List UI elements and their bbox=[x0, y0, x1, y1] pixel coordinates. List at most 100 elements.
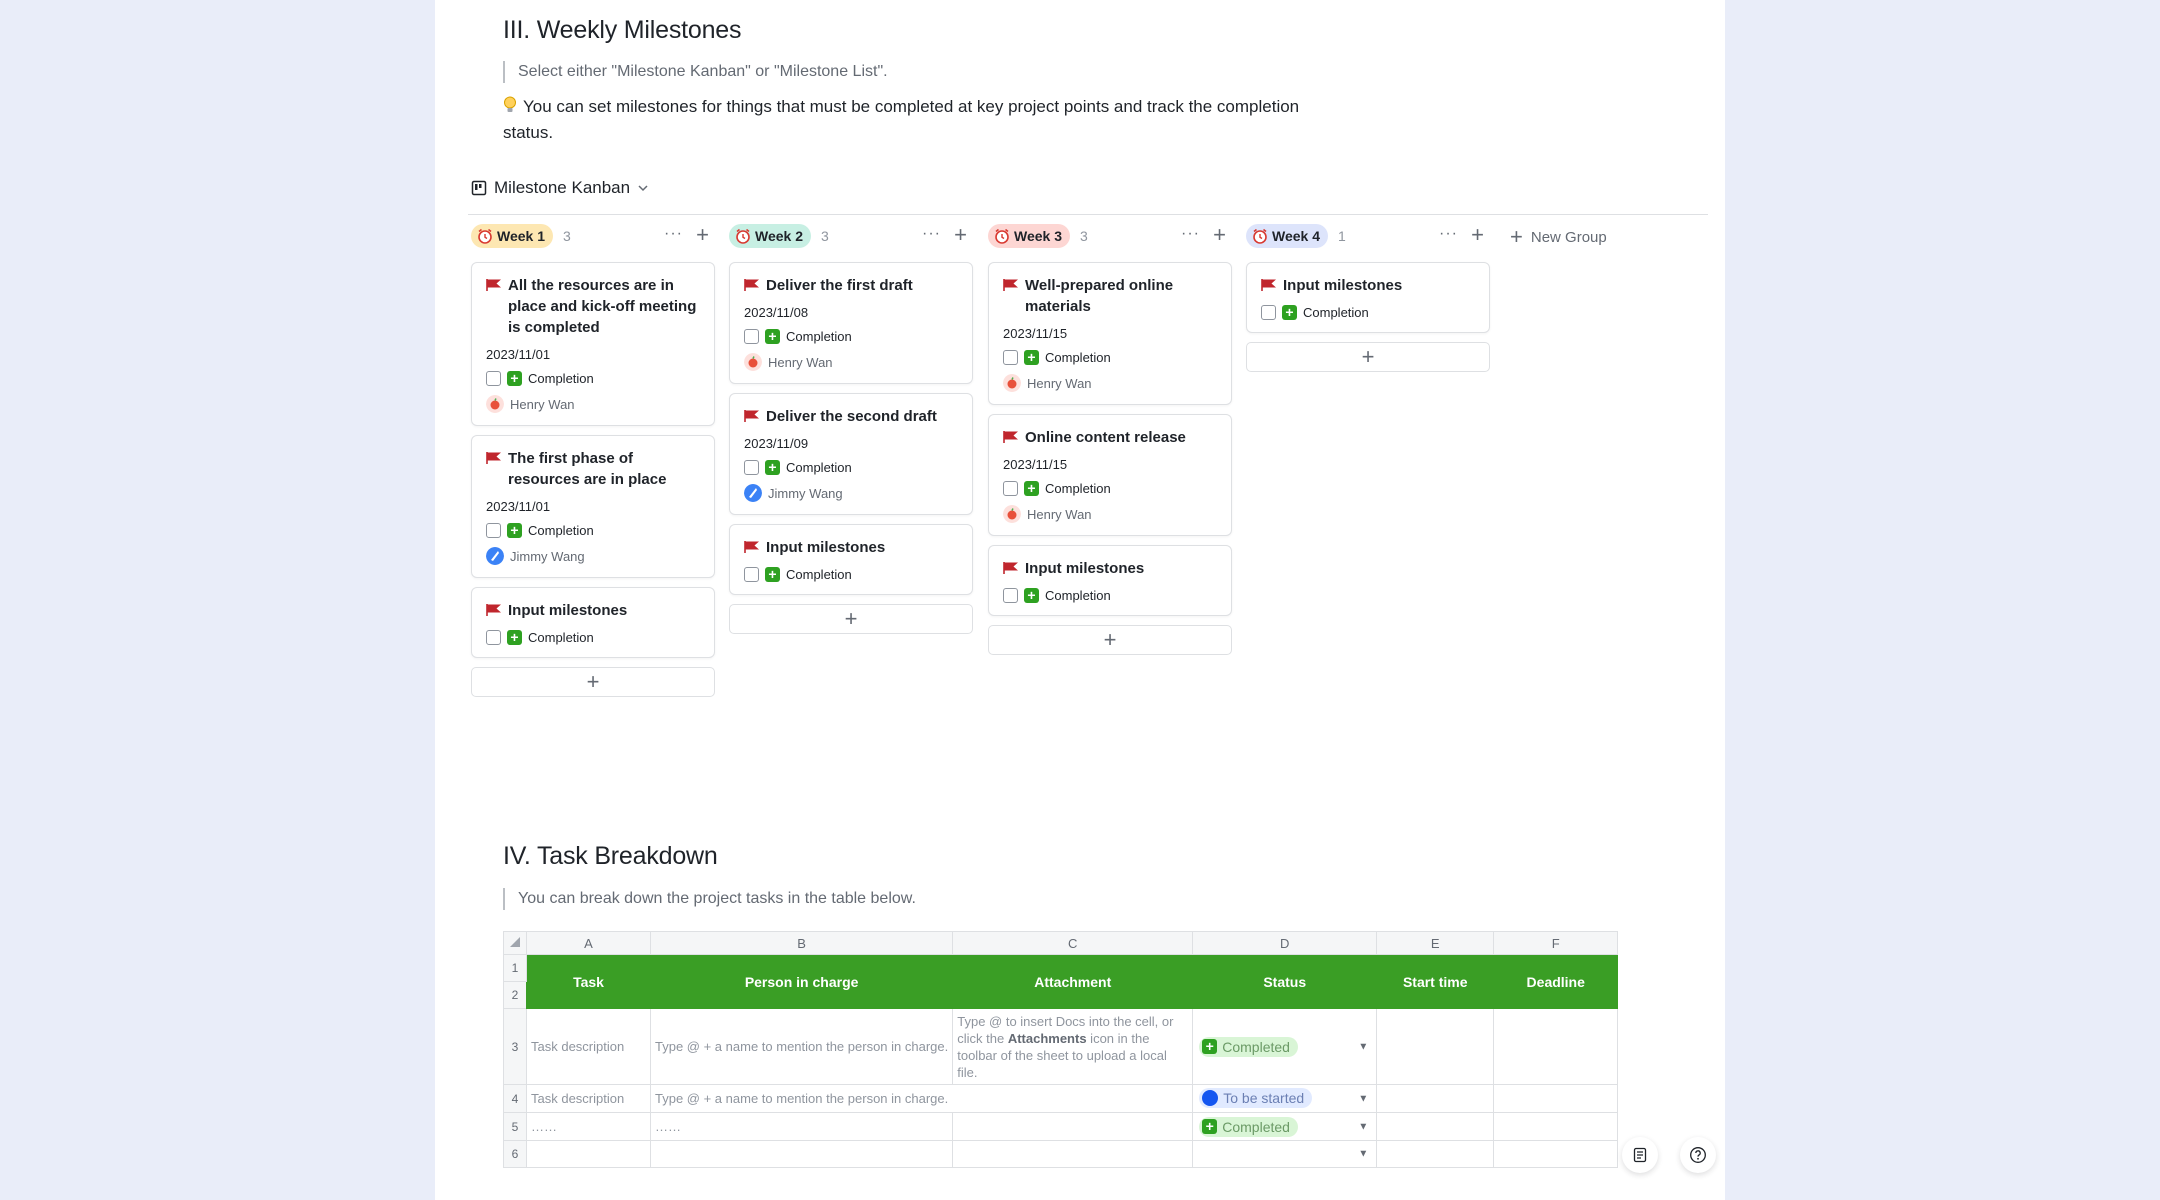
new-group-button[interactable]: + New Group bbox=[1510, 224, 1607, 250]
column-header[interactable]: A bbox=[526, 931, 651, 955]
milestone-card[interactable]: Deliver the first draft 2023/11/08 + Comple… bbox=[729, 262, 973, 384]
dropdown-arrow-icon[interactable]: ▼ bbox=[1358, 1093, 1368, 1104]
table-header-cell[interactable]: Person in charge bbox=[649, 954, 954, 1009]
completion-checkbox[interactable] bbox=[744, 329, 759, 344]
completion-checkbox[interactable] bbox=[1003, 481, 1018, 496]
add-card-button[interactable]: + bbox=[729, 604, 973, 634]
row-number[interactable]: 5 bbox=[503, 1112, 527, 1141]
task-cell[interactable]: Task description bbox=[526, 1008, 651, 1085]
dropdown-arrow-icon[interactable]: ▼ bbox=[1358, 1041, 1368, 1052]
table-header-cell[interactable]: Task bbox=[526, 954, 651, 1009]
completion-checkbox[interactable] bbox=[486, 630, 501, 645]
plus-square-icon: + bbox=[507, 371, 522, 386]
completion-label: Completion bbox=[1303, 305, 1369, 320]
person-cell[interactable]: …… bbox=[649, 1112, 954, 1141]
milestone-card[interactable]: Input milestones + Completion bbox=[988, 545, 1232, 616]
completion-checkbox[interactable] bbox=[744, 460, 759, 475]
column-header[interactable]: F bbox=[1493, 931, 1619, 955]
owner-name: Henry Wan bbox=[1027, 506, 1092, 522]
milestone-card[interactable]: The first phase of resources are in plac… bbox=[471, 435, 715, 578]
week-tag[interactable]: Week 1 bbox=[471, 224, 553, 248]
select-all-corner[interactable] bbox=[503, 931, 527, 955]
status-cell[interactable]: ▼ bbox=[1192, 1140, 1378, 1168]
person-cell[interactable]: Type @ + a name to mention the person in… bbox=[649, 1084, 1194, 1113]
alarm-clock-icon bbox=[1253, 228, 1267, 244]
status-pill: + Completed bbox=[1199, 1116, 1298, 1137]
completion-checkbox[interactable] bbox=[1003, 350, 1018, 365]
more-icon[interactable]: ··· bbox=[1439, 225, 1458, 243]
completion-checkbox[interactable] bbox=[744, 567, 759, 582]
milestone-card[interactable]: Input milestones + Completion bbox=[729, 524, 973, 595]
attachment-cell[interactable] bbox=[952, 1140, 1194, 1168]
row-number[interactable]: 2 bbox=[503, 981, 527, 1009]
completion-row: + Completion bbox=[1003, 588, 1217, 603]
help-button[interactable] bbox=[1680, 1137, 1716, 1173]
deadline-cell[interactable] bbox=[1493, 1084, 1619, 1113]
task-sheet[interactable]: A B C D E F 1 Task Person in charge Atta… bbox=[503, 931, 1619, 1168]
dropdown-arrow-icon[interactable]: ▼ bbox=[1358, 1149, 1368, 1160]
add-card-button[interactable]: + bbox=[1246, 342, 1490, 372]
milestone-card[interactable]: Well-prepared online materials 2023/11/15… bbox=[988, 262, 1232, 405]
flag-icon bbox=[486, 279, 501, 291]
milestone-card[interactable]: Input milestones + Completion bbox=[1246, 262, 1490, 333]
completion-checkbox[interactable] bbox=[1003, 588, 1018, 603]
column-header[interactable]: B bbox=[649, 931, 954, 955]
table-header-cell[interactable]: Start time bbox=[1376, 954, 1495, 1009]
more-icon[interactable]: ··· bbox=[922, 225, 941, 243]
task-cell[interactable]: Task description bbox=[526, 1084, 651, 1113]
milestone-card[interactable]: All the resources are in place and kick-… bbox=[471, 262, 715, 426]
row-number[interactable]: 6 bbox=[503, 1140, 527, 1168]
task-cell[interactable]: …… bbox=[526, 1112, 651, 1141]
flag-icon bbox=[1003, 279, 1018, 291]
week-tag[interactable]: Week 2 bbox=[729, 224, 811, 248]
add-card-icon[interactable]: + bbox=[954, 222, 967, 248]
add-card-icon[interactable]: + bbox=[1213, 222, 1226, 248]
start-time-cell[interactable] bbox=[1376, 1008, 1495, 1085]
milestone-card[interactable]: Online content release 2023/11/15 + Complet… bbox=[988, 414, 1232, 536]
attachment-cell[interactable]: Type @ to insert Docs into the cell, or … bbox=[952, 1008, 1194, 1085]
more-icon[interactable]: ··· bbox=[664, 225, 683, 243]
person-cell[interactable]: Type @ + a name to mention the person in… bbox=[649, 1008, 954, 1085]
week-tag[interactable]: Week 3 bbox=[988, 224, 1070, 248]
deadline-cell[interactable] bbox=[1493, 1008, 1619, 1085]
column-header[interactable]: E bbox=[1376, 931, 1495, 955]
row-number[interactable]: 1 bbox=[503, 954, 527, 982]
status-cell[interactable]: To be started ▼ bbox=[1192, 1084, 1378, 1113]
attachment-cell[interactable] bbox=[952, 1112, 1194, 1141]
view-switcher[interactable]: Milestone Kanban bbox=[471, 178, 649, 198]
table-header-cell[interactable]: Status bbox=[1192, 954, 1378, 1009]
table-header-cell[interactable]: Deadline bbox=[1493, 954, 1619, 1009]
status-cell[interactable]: + Completed ▼ bbox=[1192, 1112, 1378, 1141]
start-time-cell[interactable] bbox=[1376, 1084, 1495, 1113]
task-cell[interactable] bbox=[526, 1140, 651, 1168]
column-header[interactable]: C bbox=[952, 931, 1194, 955]
completion-checkbox[interactable] bbox=[1261, 305, 1276, 320]
document-page: III. Weekly Milestones Select either "Mi… bbox=[435, 0, 1725, 1200]
start-time-cell[interactable] bbox=[1376, 1112, 1495, 1141]
outline-button[interactable] bbox=[1622, 1137, 1658, 1173]
row-number[interactable]: 3 bbox=[503, 1008, 527, 1085]
week-label: Week 4 bbox=[1272, 228, 1320, 244]
status-cell[interactable]: + Completed ▼ bbox=[1192, 1008, 1378, 1085]
flag-icon bbox=[1003, 562, 1018, 574]
milestone-card[interactable]: Input milestones + Completion bbox=[471, 587, 715, 658]
add-card-icon[interactable]: + bbox=[1471, 222, 1484, 248]
card-title-text: All the resources are in place and kick-… bbox=[508, 277, 697, 336]
person-cell[interactable] bbox=[649, 1140, 954, 1168]
add-card-button[interactable]: + bbox=[471, 667, 715, 697]
milestone-card[interactable]: Deliver the second draft 2023/11/09 + Compl… bbox=[729, 393, 973, 515]
more-icon[interactable]: ··· bbox=[1181, 225, 1200, 243]
table-header-cell[interactable]: Attachment bbox=[952, 954, 1194, 1009]
deadline-cell[interactable] bbox=[1493, 1112, 1619, 1141]
dropdown-arrow-icon[interactable]: ▼ bbox=[1358, 1121, 1368, 1132]
add-card-icon[interactable]: + bbox=[696, 222, 709, 248]
start-time-cell[interactable] bbox=[1376, 1140, 1495, 1168]
deadline-cell[interactable] bbox=[1493, 1140, 1619, 1168]
completion-checkbox[interactable] bbox=[486, 371, 501, 386]
row-number[interactable]: 4 bbox=[503, 1084, 527, 1113]
column-header: Week 1 3 ··· + bbox=[471, 222, 715, 250]
add-card-button[interactable]: + bbox=[988, 625, 1232, 655]
week-tag[interactable]: Week 4 bbox=[1246, 224, 1328, 248]
column-header[interactable]: D bbox=[1192, 931, 1378, 955]
completion-checkbox[interactable] bbox=[486, 523, 501, 538]
